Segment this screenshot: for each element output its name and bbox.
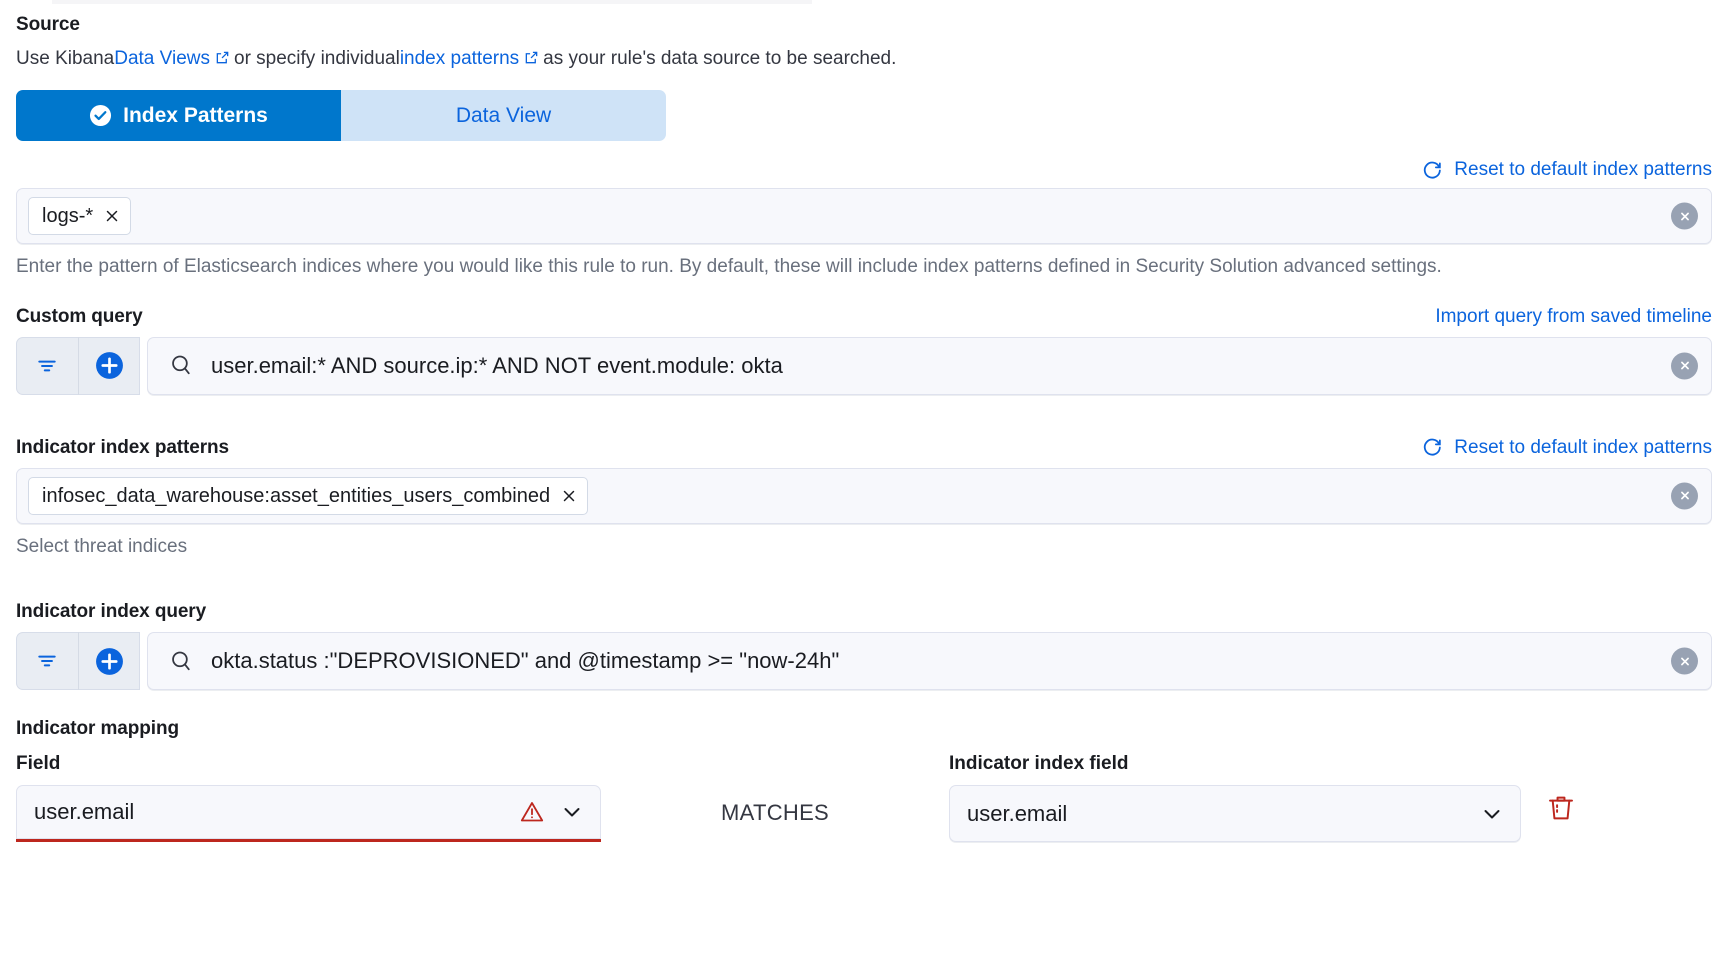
external-link-icon-2 bbox=[524, 50, 539, 65]
custom-query-value: user.email:* AND source.ip:* AND NOT eve… bbox=[211, 352, 783, 378]
custom-query-bar: user.email:* AND source.ip:* AND NOT eve… bbox=[16, 336, 1712, 395]
reset-default-index-patterns-label: Reset to default index patterns bbox=[1454, 159, 1712, 180]
reset-default-indicator-index-patterns-label: Reset to default index patterns bbox=[1454, 436, 1712, 458]
index-patterns-hint: Enter the pattern of Elasticsearch indic… bbox=[16, 256, 1442, 277]
indicator-index-patterns-label: Indicator index patterns bbox=[16, 436, 229, 458]
external-link-icon bbox=[215, 50, 230, 65]
source-description: Use Kibana Data Views or specify individ… bbox=[16, 48, 1712, 70]
mapping-field-label: Field bbox=[16, 753, 61, 775]
reset-default-index-patterns-button[interactable]: Reset to default index patterns bbox=[1422, 159, 1712, 181]
mapping-indicator-field-label: Indicator index field bbox=[949, 753, 1129, 775]
add-filter-button[interactable] bbox=[78, 336, 140, 395]
source-description-prefix: Use Kibana bbox=[16, 48, 115, 69]
indicator-index-patterns-label-row: Indicator index patterns Reset to defaul… bbox=[16, 437, 1712, 459]
source-description-suffix: as your rule's data source to be searche… bbox=[543, 48, 897, 69]
index-patterns-link[interactable]: index patterns bbox=[400, 48, 519, 70]
clear-indicator-index-query-button[interactable] bbox=[1671, 647, 1698, 675]
remove-indicator-pill-icon[interactable] bbox=[561, 488, 577, 504]
index-pattern-pill[interactable]: logs-* bbox=[28, 197, 132, 235]
data-views-link[interactable]: Data Views bbox=[114, 48, 210, 70]
tab-data-view[interactable]: Data View bbox=[341, 90, 666, 141]
indicator-mapping-section: Indicator mapping Field user.email MATCH… bbox=[16, 718, 1712, 843]
custom-query-tools bbox=[16, 336, 140, 395]
tab-index-patterns-label: Index Patterns bbox=[123, 103, 268, 127]
mapping-indicator-field-select[interactable]: user.email bbox=[949, 785, 1521, 843]
mapping-field-value: user.email bbox=[34, 799, 135, 825]
clear-index-patterns-button[interactable] bbox=[1671, 202, 1698, 230]
source-type-tab-group: Index Patterns Data View bbox=[16, 90, 666, 141]
chevron-down-icon[interactable] bbox=[559, 799, 585, 825]
custom-query-input-wrap[interactable]: user.email:* AND source.ip:* AND NOT eve… bbox=[147, 336, 1712, 395]
tab-data-view-label: Data View bbox=[455, 103, 552, 127]
import-query-from-saved-timeline-link[interactable]: Import query from saved timeline bbox=[1435, 306, 1712, 328]
indicator-index-query-value: okta.status :"DEPROVISIONED" and @timest… bbox=[211, 648, 840, 674]
clear-indicator-index-patterns-button[interactable] bbox=[1671, 482, 1698, 510]
check-circle-icon bbox=[89, 104, 112, 127]
indicator-index-patterns-combobox[interactable]: infosec_data_warehouse:asset_entities_us… bbox=[16, 467, 1712, 524]
mapping-field-column: Field user.email bbox=[16, 753, 601, 843]
index-patterns-combobox[interactable]: logs-* bbox=[16, 188, 1712, 244]
chevron-down-icon-2[interactable] bbox=[1479, 801, 1505, 827]
index-pattern-pill-label: logs-* bbox=[42, 205, 94, 227]
mapping-indicator-field-column: Indicator index field user.email bbox=[949, 753, 1521, 843]
indicator-index-query-label: Indicator index query bbox=[16, 601, 207, 623]
reset-default-indicator-index-patterns-button[interactable]: Reset to default index patterns bbox=[1422, 437, 1712, 459]
mapping-indicator-field-value: user.email bbox=[967, 800, 1068, 826]
indicator-mapping-title: Indicator mapping bbox=[16, 718, 179, 740]
indicator-index-query-bar: okta.status :"DEPROVISIONED" and @timest… bbox=[16, 632, 1712, 691]
mapping-operator-column: MATCHES bbox=[601, 800, 949, 842]
filter-list-button[interactable] bbox=[16, 337, 78, 395]
mapping-operator-label: MATCHES bbox=[720, 800, 830, 826]
indicator-index-query-label-row: Indicator index query bbox=[16, 601, 1712, 623]
source-title: Source bbox=[16, 14, 80, 35]
indicator-mapping-row: Field user.email MATCHES Indicator index… bbox=[16, 753, 1712, 843]
indicator-filter-list-button[interactable] bbox=[16, 632, 78, 690]
rule-source-page: Source Use Kibana Data Views or specify … bbox=[0, 0, 1728, 962]
source-section: Source Use Kibana Data Views or specify … bbox=[16, 4, 1712, 141]
search-icon bbox=[169, 353, 194, 378]
remove-pill-icon[interactable] bbox=[104, 208, 120, 224]
clear-custom-query-button[interactable] bbox=[1671, 352, 1698, 380]
indicator-index-pattern-pill[interactable]: infosec_data_warehouse:asset_entities_us… bbox=[28, 476, 589, 515]
custom-query-label-row: Custom query Import query from saved tim… bbox=[16, 306, 1712, 328]
warning-triangle-icon bbox=[519, 799, 545, 825]
search-icon-2 bbox=[169, 649, 194, 674]
indicator-index-pattern-pill-label: infosec_data_warehouse:asset_entities_us… bbox=[42, 484, 551, 507]
mapping-field-select[interactable]: user.email bbox=[16, 785, 601, 843]
indicator-add-filter-button[interactable] bbox=[78, 632, 140, 691]
custom-query-label: Custom query bbox=[16, 305, 143, 327]
source-description-middle: or specify individual bbox=[234, 48, 400, 69]
mapping-delete-column bbox=[1521, 786, 1581, 842]
refresh-icon bbox=[1422, 160, 1443, 181]
indicator-query-tools bbox=[16, 632, 140, 691]
trash-icon bbox=[1546, 793, 1576, 823]
delete-mapping-row-button[interactable] bbox=[1541, 786, 1581, 830]
indicator-index-query-input-wrap[interactable]: okta.status :"DEPROVISIONED" and @timest… bbox=[147, 632, 1712, 691]
index-patterns-reset-row: Reset to default index patterns bbox=[16, 159, 1712, 181]
tab-index-patterns[interactable]: Index Patterns bbox=[16, 90, 341, 141]
indicator-index-patterns-hint: Select threat indices bbox=[16, 535, 188, 557]
refresh-icon-2 bbox=[1422, 437, 1443, 458]
